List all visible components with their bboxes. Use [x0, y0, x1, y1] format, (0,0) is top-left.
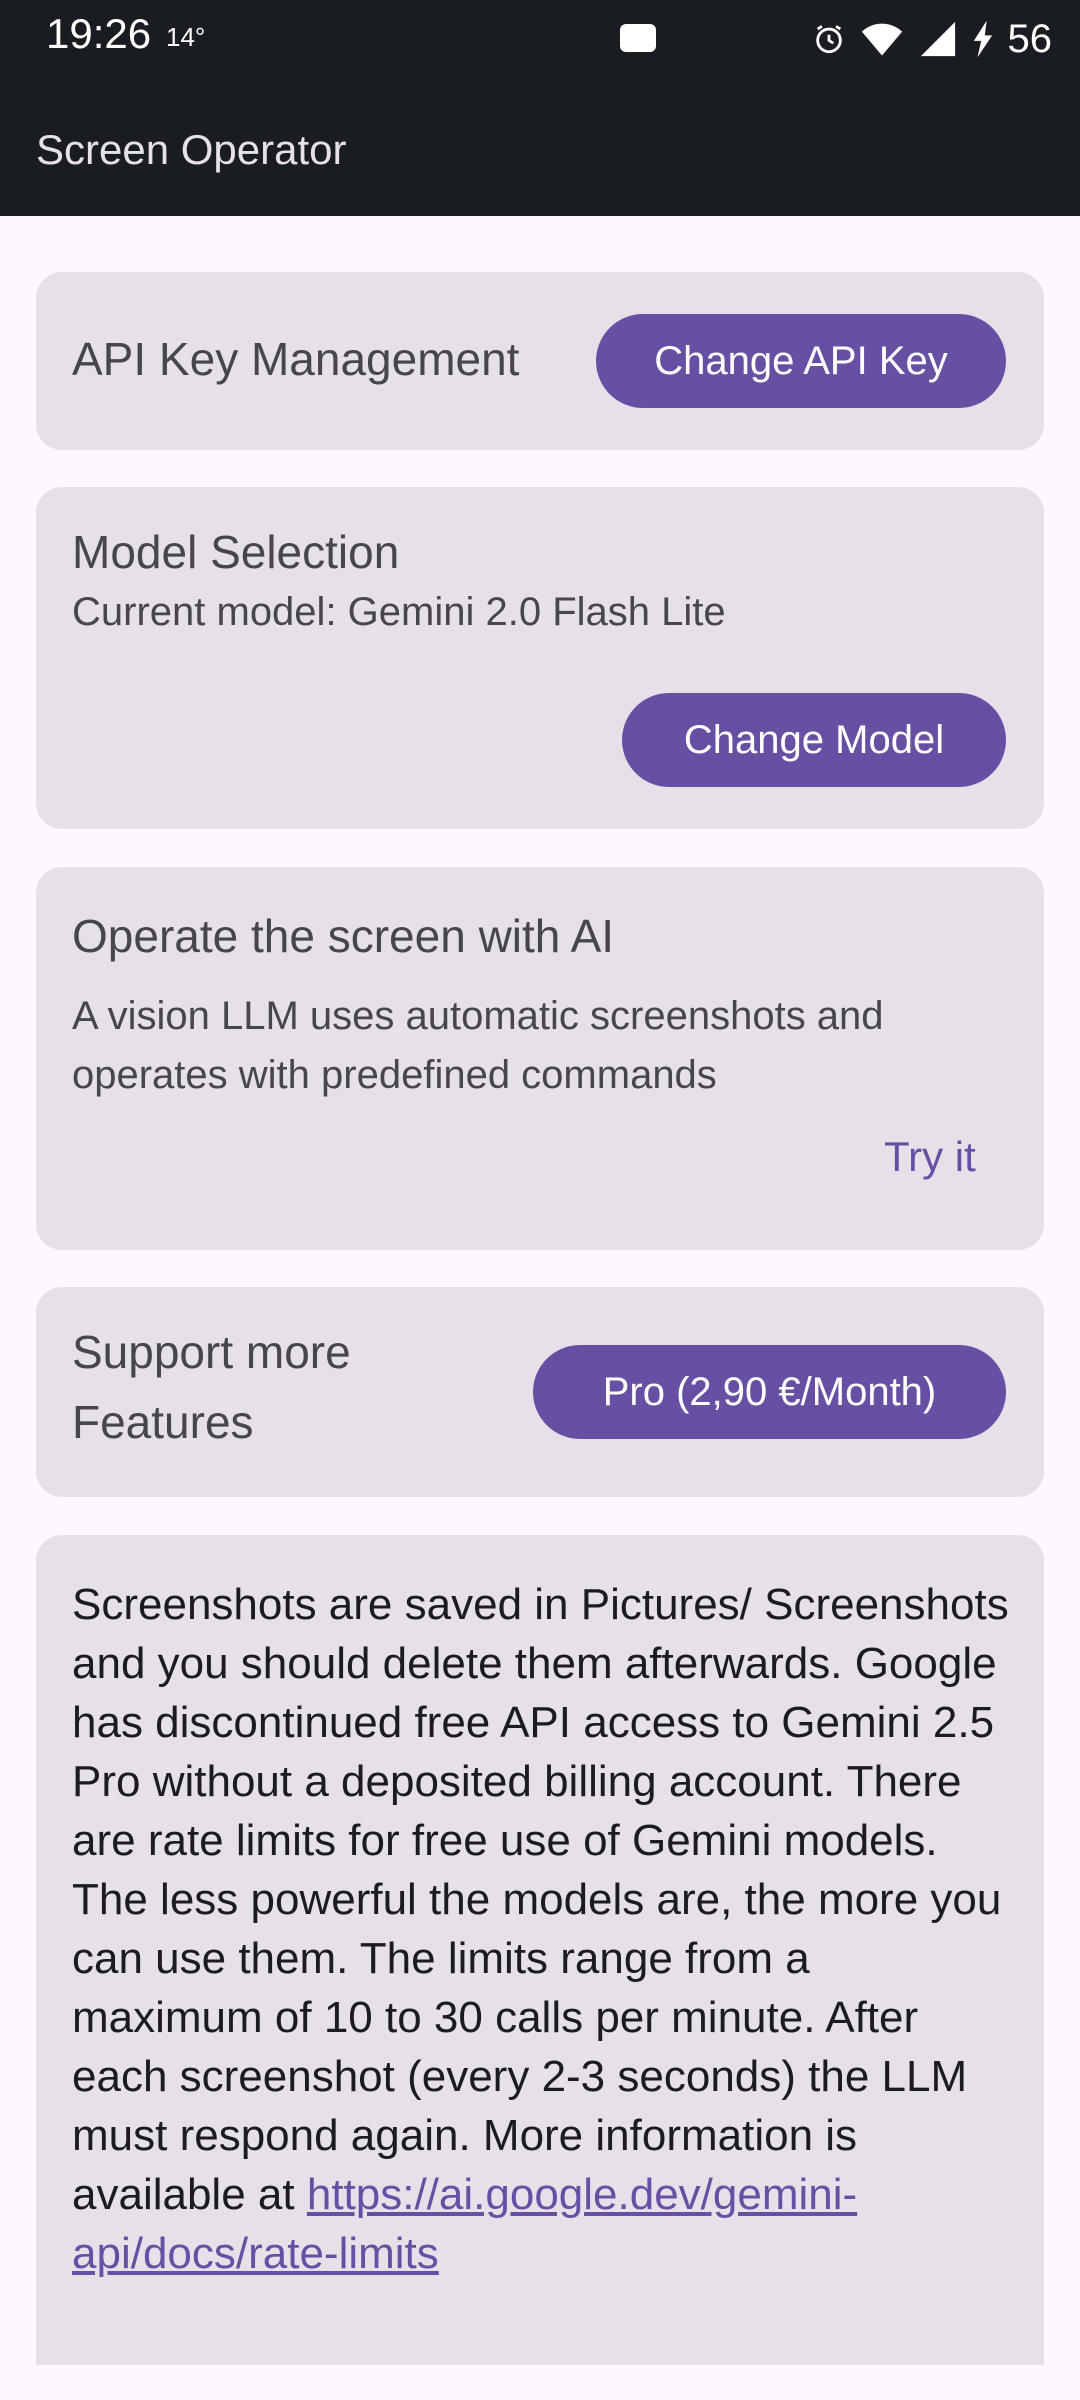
notification-icon: [620, 24, 656, 52]
operate-screen-card: Operate the screen with AI A vision LLM …: [36, 867, 1044, 1250]
support-card: Support more Features Pro (2,90 €/Month): [36, 1287, 1044, 1497]
change-model-button[interactable]: Change Model: [622, 693, 1006, 787]
support-title-line1: Support more: [72, 1326, 351, 1378]
status-time: 19:26: [46, 10, 152, 57]
charging-icon: [973, 20, 992, 58]
model-selection-card: Model Selection Current model: Gemini 2.…: [36, 487, 1044, 829]
current-model-text: Current model: Gemini 2.0 Flash Lite: [72, 590, 726, 634]
battery-level: 56: [1007, 16, 1053, 61]
support-title-line2: Features: [72, 1396, 254, 1448]
status-bar: 19:26 14° 56: [0, 0, 1080, 78]
info-card: Screenshots are saved in Pictures/ Scree…: [36, 1535, 1044, 2365]
alarm-icon: [815, 25, 842, 54]
try-it-button[interactable]: Try it: [884, 1133, 976, 1181]
api-key-card: API Key Management Change API Key: [36, 272, 1044, 450]
app-bar: Screen Operator: [0, 78, 1080, 216]
signal-icon: [920, 21, 955, 57]
info-text-block: Screenshots are saved in Pictures/ Scree…: [72, 1575, 1012, 2283]
operate-description: A vision LLM uses automatic screenshots …: [72, 994, 884, 1097]
app-title: Screen Operator: [36, 126, 347, 173]
wifi-icon: [861, 23, 902, 56]
status-icons: 56: [812, 14, 1053, 64]
operate-title: Operate the screen with AI: [72, 910, 615, 962]
change-api-key-button[interactable]: Change API Key: [596, 314, 1006, 408]
api-key-title: API Key Management: [72, 333, 520, 385]
pro-subscription-button[interactable]: Pro (2,90 €/Month): [533, 1345, 1006, 1439]
model-selection-title: Model Selection: [72, 526, 400, 578]
status-temperature: 14°: [166, 22, 206, 52]
info-text: Screenshots are saved in Pictures/ Scree…: [72, 1580, 1009, 2219]
